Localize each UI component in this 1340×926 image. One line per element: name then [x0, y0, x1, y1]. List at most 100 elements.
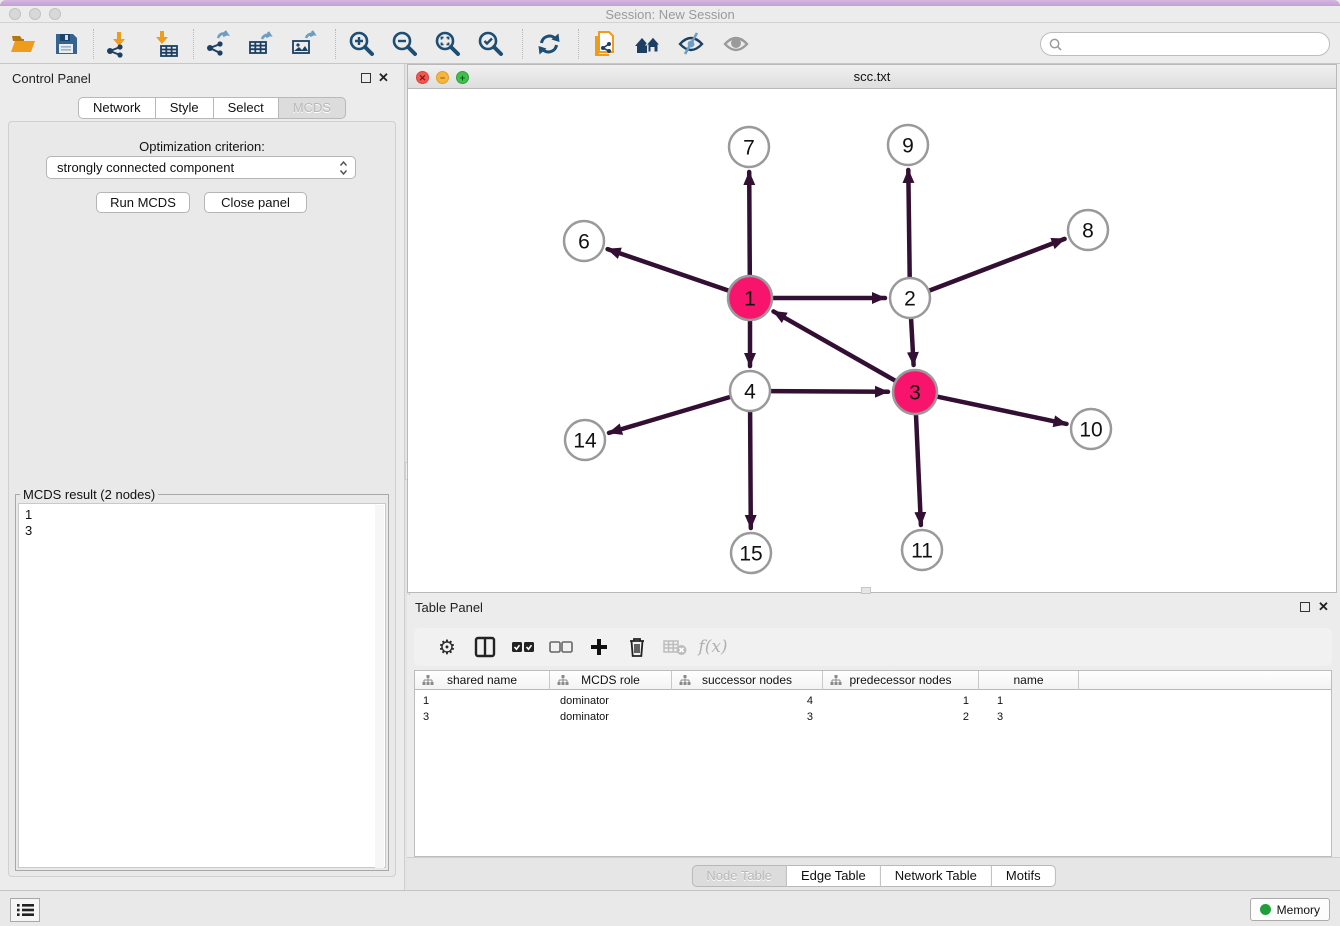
- control-panel-title: Control Panel: [12, 71, 91, 86]
- tab-network-table[interactable]: Network Table: [881, 865, 992, 887]
- graph-edge[interactable]: [608, 249, 729, 290]
- cell-name[interactable]: 3: [997, 709, 1003, 725]
- tab-network[interactable]: Network: [78, 97, 156, 119]
- tab-select[interactable]: Select: [214, 97, 279, 119]
- main-toolbar: [0, 24, 1340, 64]
- refresh-icon[interactable]: [532, 28, 566, 60]
- toolbar-separator: [93, 29, 94, 59]
- export-image-icon[interactable]: [287, 28, 321, 60]
- network-maximize-button[interactable]: +: [456, 71, 469, 84]
- cell-name[interactable]: 1: [997, 693, 1003, 709]
- search-field[interactable]: [1040, 32, 1330, 56]
- float-panel-icon[interactable]: [361, 73, 371, 83]
- export-table-icon[interactable]: [244, 28, 278, 60]
- function-builder-icon[interactable]: f(x): [694, 632, 732, 662]
- criterion-dropdown[interactable]: strongly connected component: [46, 156, 356, 179]
- dropdown-stepper-icon: [339, 159, 348, 177]
- horizontal-splitter-handle[interactable]: [861, 587, 871, 594]
- cell-predecessor-nodes[interactable]: 1: [823, 693, 969, 709]
- zoom-in-icon[interactable]: [345, 28, 379, 60]
- network-graph[interactable]: 1234678910111415: [408, 90, 1336, 593]
- delete-column-icon[interactable]: [618, 632, 656, 662]
- table-options-icon[interactable]: ⚙: [428, 632, 466, 662]
- show-columns-icon[interactable]: [466, 632, 504, 662]
- graph-edge[interactable]: [609, 397, 730, 433]
- float-table-panel-icon[interactable]: [1300, 602, 1310, 612]
- table-row[interactable]: 1 dominator 4 1 1: [415, 693, 1331, 709]
- clone-network-icon[interactable]: [588, 28, 622, 60]
- network-minimize-button[interactable]: −: [436, 71, 449, 84]
- graph-node-label: 6: [578, 231, 590, 254]
- close-table-panel-icon[interactable]: ✕: [1318, 599, 1329, 615]
- add-column-icon[interactable]: [580, 632, 618, 662]
- import-table-icon[interactable]: [149, 28, 183, 60]
- cell-successor-nodes[interactable]: 4: [672, 693, 813, 709]
- graph-edge[interactable]: [938, 397, 1067, 424]
- tab-mcds[interactable]: MCDS: [279, 97, 346, 119]
- graph-edge[interactable]: [930, 239, 1065, 291]
- table-panel: Table Panel ✕ ⚙ f(x) shared name: [407, 595, 1340, 890]
- close-window-button[interactable]: [9, 8, 21, 20]
- open-session-icon[interactable]: [6, 28, 40, 60]
- mcds-result-item[interactable]: 3: [25, 523, 385, 539]
- cell-mcds-role[interactable]: dominator: [560, 693, 609, 709]
- zoom-selected-icon[interactable]: [474, 28, 508, 60]
- deselect-all-icon[interactable]: [542, 632, 580, 662]
- memory-label: Memory: [1277, 903, 1320, 917]
- cell-mcds-role[interactable]: dominator: [560, 709, 609, 725]
- graph-node-label: 7: [743, 137, 755, 160]
- network-window-titlebar[interactable]: ✕ − + scc.txt: [408, 65, 1336, 89]
- graph-node-label: 3: [909, 382, 921, 405]
- select-all-icon[interactable]: [504, 632, 542, 662]
- tab-edge-table[interactable]: Edge Table: [787, 865, 881, 887]
- memory-button[interactable]: Memory: [1250, 898, 1330, 921]
- table-row[interactable]: 3 dominator 3 2 3: [415, 709, 1331, 725]
- cell-predecessor-nodes[interactable]: 2: [823, 709, 969, 725]
- cell-shared-name[interactable]: 3: [423, 709, 429, 725]
- mcds-result-list[interactable]: 1 3: [18, 503, 386, 868]
- graph-edge[interactable]: [908, 170, 909, 277]
- column-header-predecessor-nodes[interactable]: predecessor nodes: [823, 671, 979, 690]
- cell-successor-nodes[interactable]: 3: [672, 709, 813, 725]
- column-header-name[interactable]: name: [979, 671, 1079, 690]
- graph-node-label: 1: [744, 288, 756, 311]
- graph-edge[interactable]: [911, 319, 914, 365]
- export-network-icon[interactable]: [201, 28, 235, 60]
- show-all-icon[interactable]: [719, 28, 753, 60]
- table-header-row: shared name MCDS role successor nodes pr…: [415, 671, 1331, 690]
- graph-edge[interactable]: [916, 415, 921, 525]
- zoom-fit-icon[interactable]: [431, 28, 465, 60]
- graph-edge[interactable]: [774, 311, 896, 380]
- import-network-icon[interactable]: [101, 28, 135, 60]
- tab-motifs[interactable]: Motifs: [992, 865, 1056, 887]
- table-tabs: Node Table Edge Table Network Table Moti…: [691, 865, 1055, 887]
- mcds-result-item[interactable]: 1: [25, 507, 385, 523]
- graph-node-label: 8: [1082, 220, 1094, 243]
- control-panel-tabs: Network Style Select MCDS: [78, 97, 346, 119]
- delete-table-icon[interactable]: [656, 632, 694, 662]
- task-history-button[interactable]: [10, 898, 40, 922]
- table-panel-title: Table Panel: [415, 600, 483, 615]
- graph-edge[interactable]: [749, 172, 750, 275]
- zoom-out-icon[interactable]: [388, 28, 422, 60]
- scrollbar-track[interactable]: [375, 505, 384, 868]
- close-panel-button[interactable]: Close panel: [204, 192, 307, 213]
- graph-node-label: 4: [744, 381, 756, 404]
- save-session-icon[interactable]: [49, 28, 83, 60]
- zoom-window-button[interactable]: [49, 8, 61, 20]
- tab-style[interactable]: Style: [156, 97, 214, 119]
- column-header-successor-nodes[interactable]: successor nodes: [672, 671, 823, 690]
- column-header-shared-name[interactable]: shared name: [415, 671, 550, 690]
- minimize-window-button[interactable]: [29, 8, 41, 20]
- run-mcds-button[interactable]: Run MCDS: [96, 192, 190, 213]
- first-neighbors-icon[interactable]: [631, 28, 665, 60]
- hide-selected-icon[interactable]: [674, 28, 708, 60]
- network-close-button[interactable]: ✕: [416, 71, 429, 84]
- column-header-mcds-role[interactable]: MCDS role: [550, 671, 672, 690]
- tab-node-table[interactable]: Node Table: [691, 865, 787, 887]
- cell-shared-name[interactable]: 1: [423, 693, 429, 709]
- graph-edge[interactable]: [750, 412, 751, 528]
- graph-edge[interactable]: [771, 391, 888, 392]
- memory-status-icon: [1260, 904, 1271, 915]
- close-panel-icon[interactable]: ✕: [378, 70, 389, 86]
